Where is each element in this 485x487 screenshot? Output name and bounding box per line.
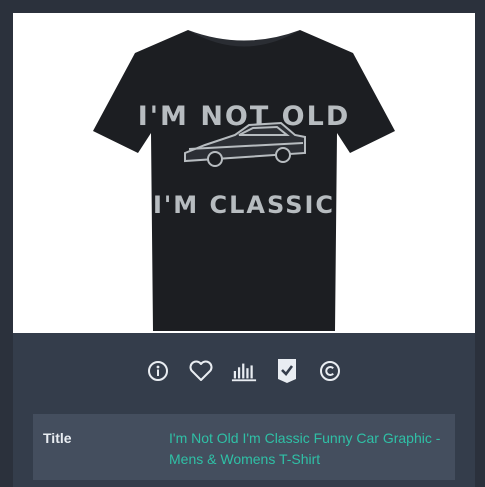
check-badge-icon <box>278 359 296 383</box>
favorite-button[interactable] <box>188 358 214 384</box>
bar-chart-icon <box>231 363 257 382</box>
title-label: Title <box>43 430 72 446</box>
copyright-button[interactable] <box>317 358 343 384</box>
action-icon-bar <box>13 355 475 387</box>
stats-button[interactable] <box>231 358 257 384</box>
shirt-text-bottom: I'M CLASSIC <box>153 191 335 219</box>
tshirt-illustration: I'M NOT OLD I'M CLASSIC <box>93 30 395 331</box>
check-button[interactable] <box>274 358 300 384</box>
info-button[interactable] <box>145 358 171 384</box>
title-row: Title I'm Not Old I'm Classic Funny Car … <box>33 414 455 480</box>
product-card: I'M NOT OLD I'M CLASSIC Title I'm Not Ol… <box>13 13 475 487</box>
info-icon <box>148 361 168 381</box>
copyright-icon <box>320 361 340 381</box>
title-value[interactable]: I'm Not Old I'm Classic Funny Car Graphi… <box>169 428 445 480</box>
heart-icon <box>189 360 213 381</box>
tshirt-shape <box>93 30 395 331</box>
product-image[interactable]: I'M NOT OLD I'M CLASSIC <box>13 13 475 333</box>
